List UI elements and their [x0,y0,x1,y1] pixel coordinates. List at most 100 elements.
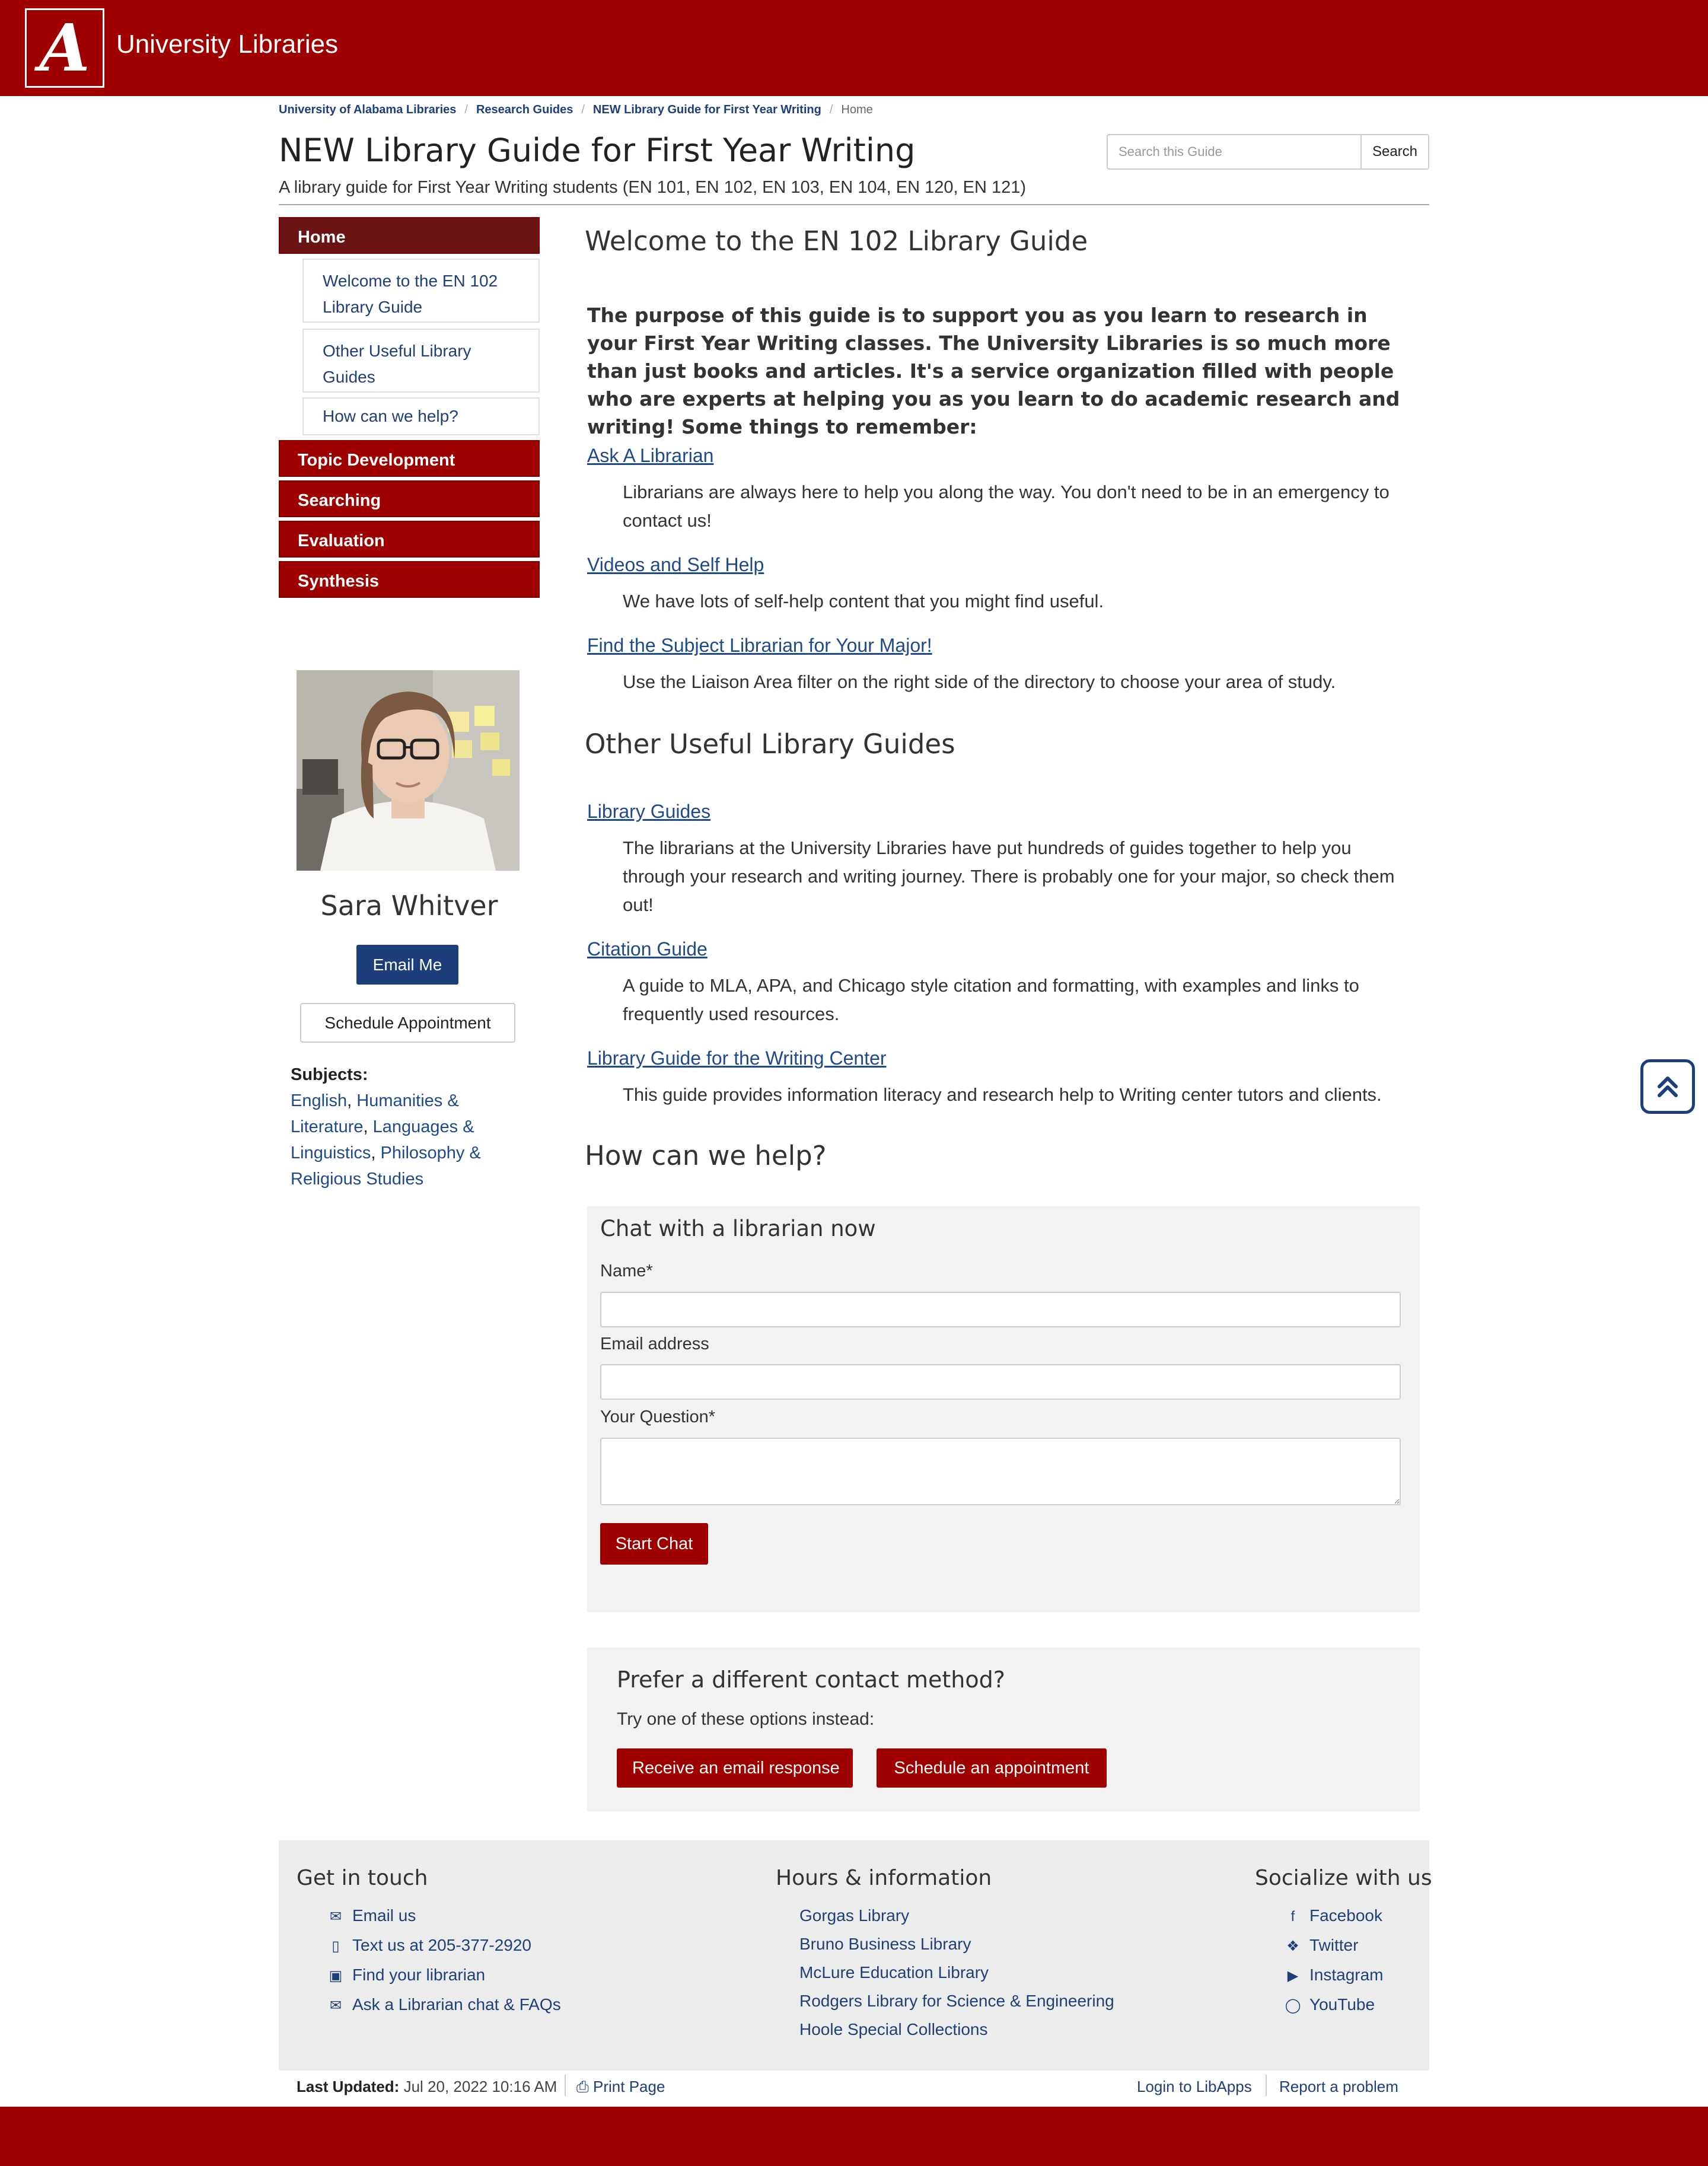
nav-subitem-other-guides[interactable]: Other Useful Library Guides [302,329,540,393]
breadcrumb-item-guide[interactable]: NEW Library Guide for First Year Writing [593,103,821,117]
footer-contact-item[interactable]: ✉ Ask a Librarian chat & FAQs [326,1990,561,2020]
chat-bubbles-icon: ✉ [329,1998,342,2014]
alt-contact-title: Prefer a different contact method? [617,1667,1005,1693]
print-page-label: Print Page [593,2078,665,2095]
breadcrumb-separator: / [829,103,833,116]
breadcrumb: University of Alabama Libraries / Researc… [279,103,873,117]
footer-contact-item[interactable]: ▯ Text us at 205-377-2920 [326,1931,561,1961]
envelope-icon: ✉ [329,1909,342,1925]
printer-icon: ⎙ [576,2078,594,2095]
nav-item-searching[interactable]: Searching [279,480,540,517]
footer-contact-list: ✉ Email us ▯ Text us at 205-377-2920 ▣ Find… [326,1901,561,2020]
chat-name-input[interactable] [600,1292,1401,1327]
nav-subitem-help[interactable]: How can we help? [302,397,540,435]
site-name[interactable]: University Libraries [116,30,338,59]
email-response-button[interactable]: Receive an email response [617,1748,853,1788]
writing-center-guide-link[interactable]: Library Guide for the Writing Center [587,1047,887,1069]
alt-contact-text: Try one of these options instead: [617,1709,875,1729]
twitter-icon: ❖ [1286,1938,1299,1954]
subjects-label: Subjects: [291,1065,368,1084]
chat-email-input[interactable] [600,1364,1401,1400]
other-guides-heading: Other Useful Library Guides [585,728,955,760]
nav-item-synthesis[interactable]: Synthesis [279,561,540,598]
nav-item-topic-development[interactable]: Topic Development [279,440,540,477]
bruno-library-link[interactable]: Bruno Business Library [799,1935,971,1953]
ask-librarian-link[interactable]: Ask A Librarian [587,445,713,467]
text-us-link[interactable]: Text us at 205-377-2920 [352,1936,531,1954]
citation-guide-link[interactable]: Citation Guide [587,938,708,960]
subject-link-english[interactable]: English [291,1091,347,1110]
schedule-appointment-alt-button[interactable]: Schedule an appointment [877,1748,1107,1788]
guide-title: NEW Library Guide for First Year Writing [279,132,916,169]
subject-librarian-link[interactable]: Find the Subject Librarian for Your Majo… [587,635,932,657]
videos-self-help-link[interactable]: Videos and Self Help [587,554,764,576]
last-updated: Last Updated: Jul 20, 2022 10:16 AM [297,2078,557,2096]
citation-guide-description: A guide to MLA, APA, and Chicago style c… [623,975,1359,1024]
library-guides-description: The librarians at the University Librari… [623,837,1395,915]
schedule-appointment-button[interactable]: Schedule Appointment [300,1003,515,1043]
contact-card-icon: ▣ [329,1968,343,1984]
footer-social-heading: Socialize with us [1255,1866,1432,1890]
nav-item-evaluation[interactable]: Evaluation [279,521,540,558]
double-chevron-up-icon [1658,1076,1678,1097]
twitter-link[interactable]: Twitter [1309,1936,1358,1954]
help-heading: How can we help? [585,1140,827,1171]
back-to-top-button[interactable] [1640,1059,1695,1114]
instagram-icon: ◯ [1285,1998,1301,2014]
footer-hours-list: Gorgas Library Bruno Business Library Mc… [799,1901,1114,2044]
instagram-link[interactable]: Instagram [1309,1966,1384,1984]
facebook-icon: f [1290,1909,1295,1925]
title-divider [279,204,1429,205]
breadcrumb-separator: / [464,103,468,116]
guide-search-input[interactable] [1107,134,1362,170]
ask-librarian-chat-link[interactable]: Ask a Librarian chat & FAQs [352,1995,561,2014]
footer-contact-heading: Get in touch [297,1866,428,1890]
footer-contact-item[interactable]: ✉ Email us [326,1901,561,1931]
librarian-name: Sara Whitver [320,890,498,922]
question-label: Your Question* [600,1407,716,1426]
report-problem-link[interactable]: Report a problem [1279,2078,1398,2096]
intro-paragraph: The purpose of this guide is to support … [587,304,1400,438]
login-libapps-link[interactable]: Login to LibApps [1137,2078,1252,2096]
last-updated-label: Last Updated: [297,2078,400,2095]
name-label: Name* [600,1262,653,1281]
footer-social-list: f Facebook ❖ Twitter ▶ Instagram ◯ YouTube [1283,1901,1384,2020]
ask-librarian-description: Librarians are always here to help you a… [623,482,1390,531]
youtube-link[interactable]: YouTube [1309,1995,1375,2014]
footer-contact-item[interactable]: ▣ Find your librarian [326,1961,561,1990]
videos-self-help-description: We have lots of self-help content that y… [623,591,1104,611]
guide-search-button[interactable]: Search [1360,134,1429,170]
librarian-avatar [297,670,520,871]
mobile-icon: ▯ [332,1938,340,1954]
nav-subitem-welcome[interactable]: Welcome to the EN 102 Library Guide [302,259,540,323]
print-page-link[interactable]: ⎙ Print Page [576,2078,665,2097]
mclure-library-link[interactable]: McLure Education Library [799,1963,989,1982]
library-guides-link[interactable]: Library Guides [587,801,710,823]
bottom-bar [0,2107,1708,2166]
breadcrumb-item-current: Home [841,103,873,116]
footer-divider [565,2075,566,2096]
last-updated-value: Jul 20, 2022 10:16 AM [403,2078,557,2095]
footer-divider [1266,2075,1267,2096]
facebook-link[interactable]: Facebook [1309,1906,1382,1925]
breadcrumb-item-ua-libraries[interactable]: University of Alabama Libraries [279,103,456,117]
find-librarian-link[interactable]: Find your librarian [352,1966,485,1984]
start-chat-button[interactable]: Start Chat [600,1523,708,1565]
guide-subtitle: A library guide for First Year Writing s… [279,178,1026,197]
email-label: Email address [600,1334,709,1353]
breadcrumb-item-research-guides[interactable]: Research Guides [476,103,573,117]
email-me-button[interactable]: Email Me [356,945,458,985]
welcome-heading: Welcome to the EN 102 Library Guide [585,225,1088,257]
youtube-icon: ▶ [1287,1968,1299,1984]
hoole-collections-link[interactable]: Hoole Special Collections [799,2020,988,2038]
breadcrumb-separator: / [581,103,585,116]
chat-question-textarea[interactable] [600,1438,1401,1505]
email-us-link[interactable]: Email us [352,1906,416,1925]
gorgas-library-link[interactable]: Gorgas Library [799,1906,909,1925]
university-logo[interactable]: A [25,8,104,88]
librarian-subjects: Subjects: English, Humanities & Literatu… [291,1062,540,1192]
subject-librarian-description: Use the Liaison Area filter on the right… [623,671,1336,692]
nav-item-home[interactable]: Home [279,217,540,254]
logo-letter: A [39,9,90,86]
rodgers-library-link[interactable]: Rodgers Library for Science & Engineerin… [799,1992,1114,2010]
